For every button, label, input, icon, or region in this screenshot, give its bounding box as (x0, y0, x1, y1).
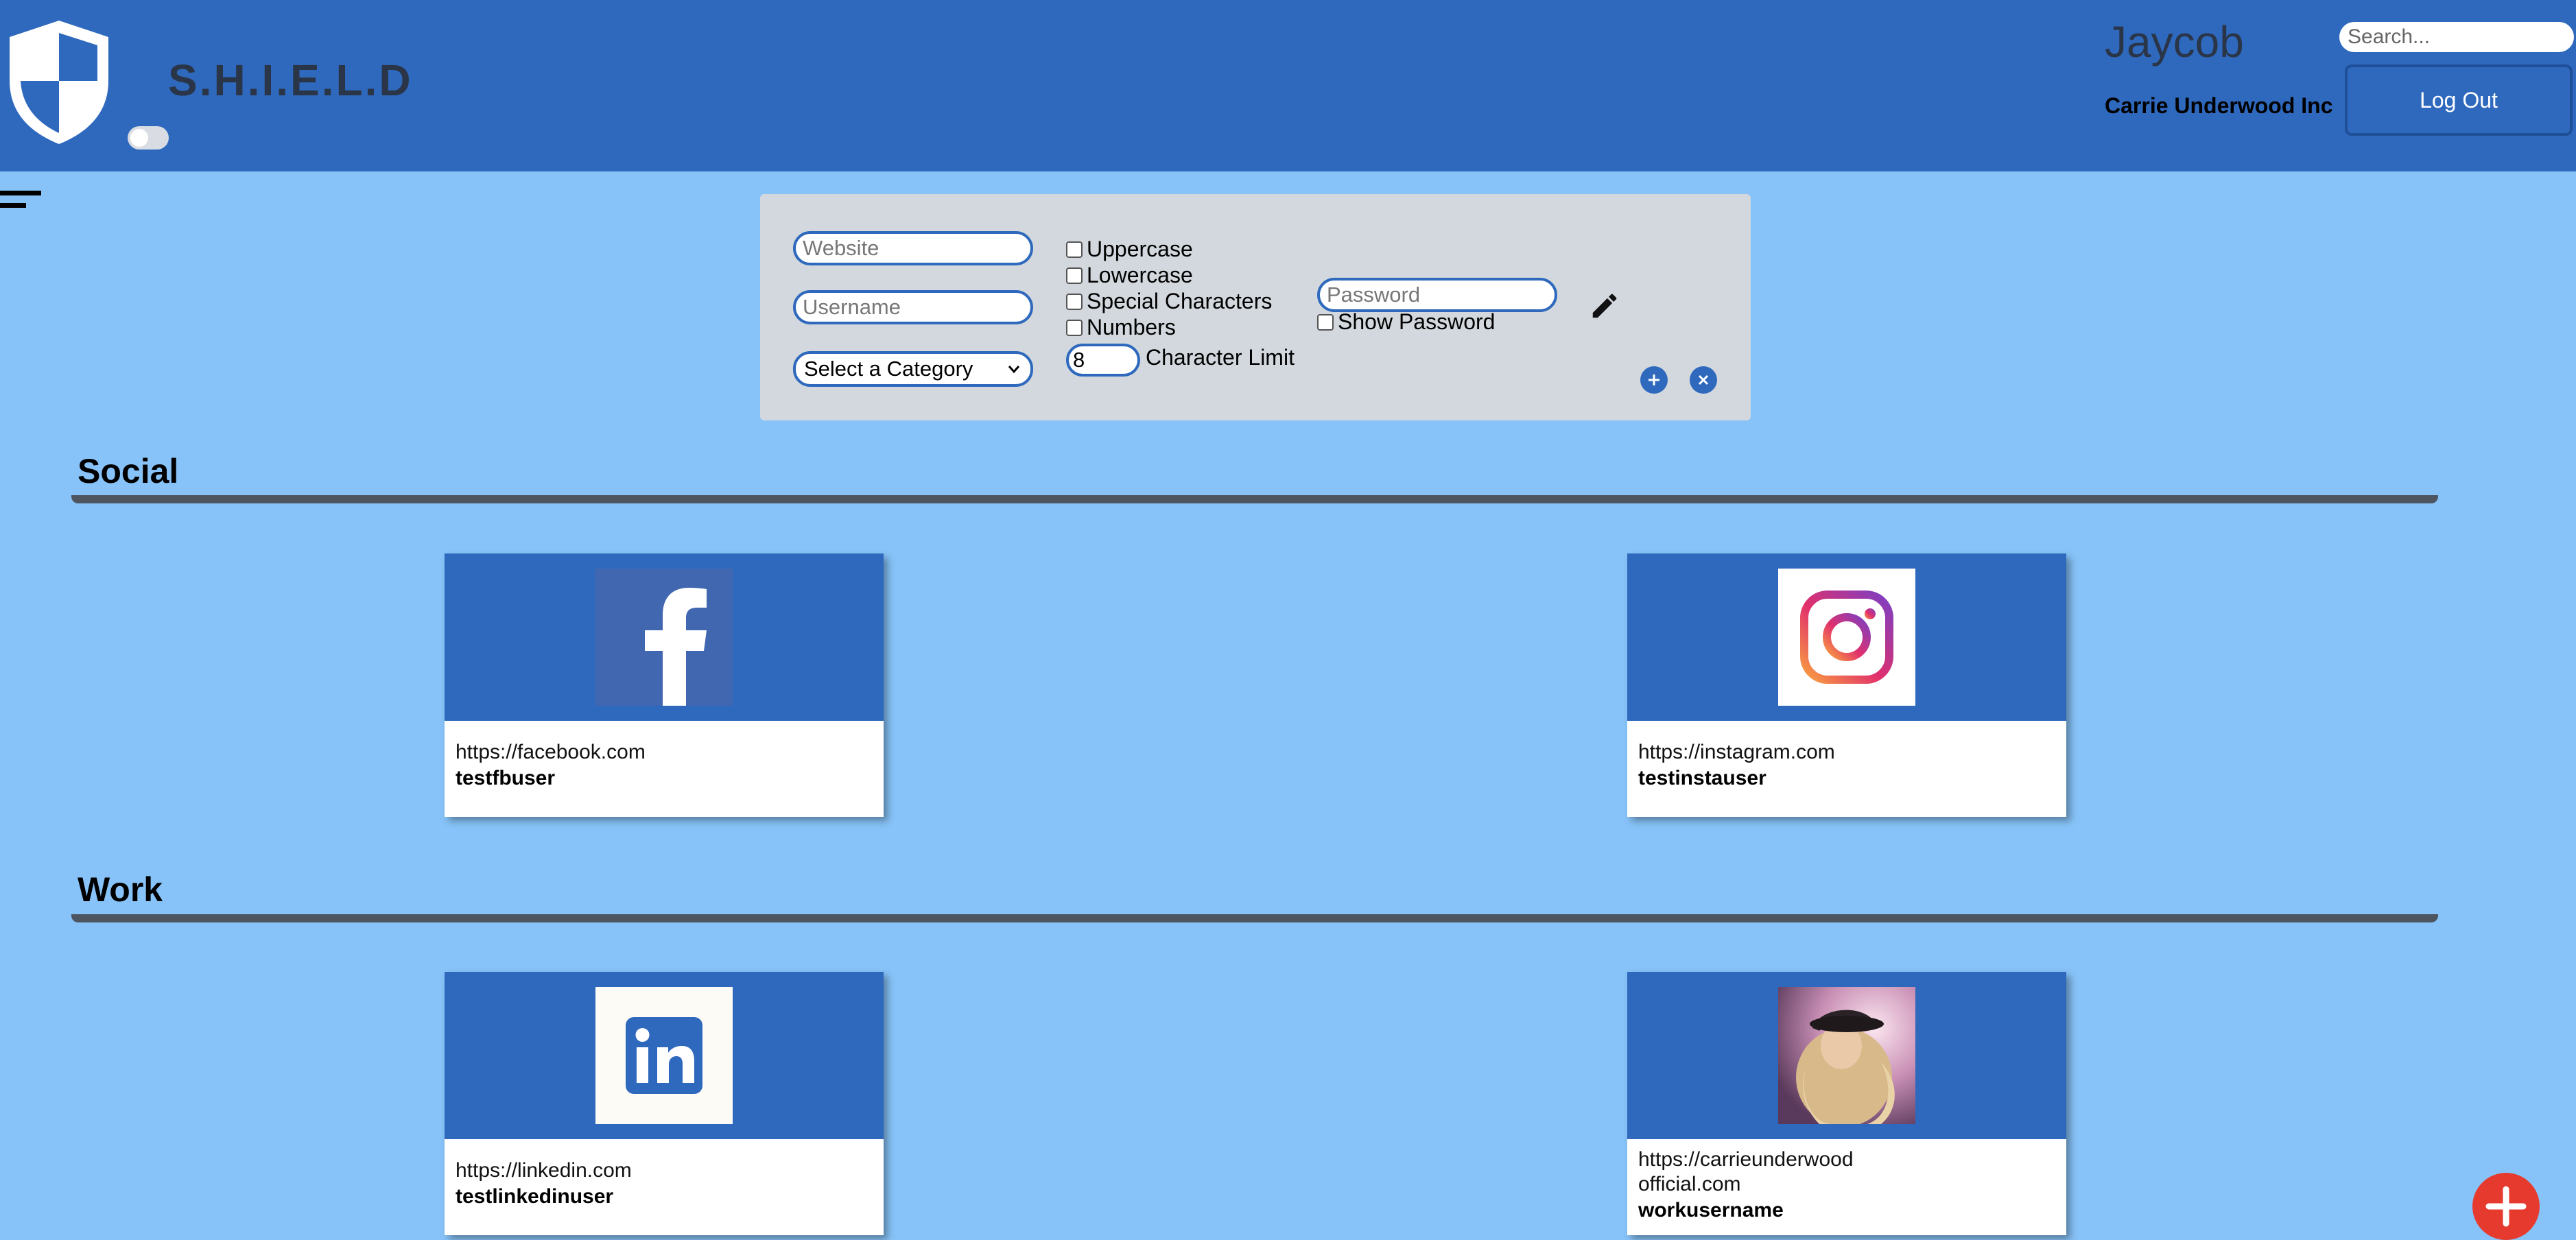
show-password-checkbox[interactable] (1317, 313, 1334, 331)
lowercase-label: Lowercase (1087, 263, 1193, 287)
card-url: https://facebook.com (456, 741, 646, 763)
new-entry-form: Select a Category Uppercase Lowercase Sp… (760, 194, 1751, 420)
special-characters-option[interactable]: Special Characters (1066, 289, 1272, 314)
website-input[interactable] (793, 231, 1033, 265)
numbers-checkbox[interactable] (1066, 319, 1083, 336)
card-username: testinstauser (1638, 767, 1766, 789)
card-url: https://carrieunderwoodofficial.com (1638, 1148, 1854, 1195)
organization-name: Carrie Underwood Inc (2105, 93, 2333, 118)
show-password-option[interactable]: Show Password (1317, 309, 1495, 335)
plus-icon (2485, 1186, 2527, 1227)
theme-toggle[interactable] (128, 126, 169, 150)
card-username: testlinkedinuser (456, 1185, 614, 1208)
card-details: https://instagram.com testinstauser (1627, 721, 2066, 817)
instagram-logo-icon (1778, 569, 1915, 706)
card-header (445, 553, 884, 721)
show-password-label: Show Password (1338, 309, 1496, 334)
category-select-value: Select a Category (804, 357, 973, 381)
category-divider (71, 914, 2438, 922)
card-details: https://linkedin.com testlinkedinuser (445, 1139, 884, 1235)
add-password-fab[interactable] (2472, 1173, 2540, 1240)
card-header (1627, 972, 2066, 1139)
special-characters-label: Special Characters (1087, 289, 1273, 313)
card-header (445, 972, 884, 1139)
credential-card-facebook[interactable]: https://facebook.com testfbuser (445, 553, 884, 817)
card-header (1627, 553, 2066, 721)
pencil-edit-icon[interactable] (1589, 290, 1620, 322)
category-select[interactable]: Select a Category (793, 351, 1033, 387)
chevron-down-icon (1008, 366, 1020, 374)
user-name: Jaycob (2105, 17, 2244, 67)
card-url: https://linkedin.com (456, 1159, 632, 1182)
category-title-work: Work (78, 870, 163, 909)
card-url: https://instagram.com (1638, 741, 1835, 763)
shield-logo-icon (10, 21, 108, 144)
credential-card-linkedin[interactable]: https://linkedin.com testlinkedinuser (445, 972, 884, 1235)
uppercase-label: Uppercase (1087, 237, 1193, 261)
app-header: S.H.I.E.L.D Jaycob Carrie Underwood Inc … (0, 0, 2576, 171)
search-input[interactable] (2339, 22, 2574, 52)
character-limit-label: Character Limit (1146, 345, 1295, 370)
brand-title: S.H.I.E.L.D (168, 56, 413, 105)
password-input[interactable] (1317, 278, 1557, 312)
category-divider (71, 495, 2438, 503)
card-details: https://facebook.com testfbuser (445, 721, 884, 817)
character-limit-input[interactable]: 8 (1066, 344, 1140, 377)
plus-icon (1649, 374, 1659, 385)
category-title-social: Social (78, 452, 179, 490)
credential-card-instagram[interactable]: https://instagram.com testinstauser (1627, 553, 2066, 817)
portrait-photo-icon (1778, 987, 1915, 1124)
username-input[interactable] (793, 290, 1033, 324)
hamburger-menu-icon[interactable] (0, 189, 41, 217)
special-characters-checkbox[interactable] (1066, 293, 1083, 310)
cancel-entry-button[interactable] (1690, 366, 1717, 394)
close-icon (1698, 374, 1709, 385)
card-details: https://carrieunderwoodofficial.com work… (1627, 1139, 2066, 1235)
logout-button[interactable]: Log Out (2345, 64, 2573, 136)
card-username: workusername (1638, 1199, 1784, 1221)
lowercase-checkbox[interactable] (1066, 267, 1083, 284)
linkedin-logo-icon (595, 987, 733, 1124)
numbers-option[interactable]: Numbers (1066, 315, 1176, 340)
lowercase-option[interactable]: Lowercase (1066, 263, 1193, 288)
card-username: testfbuser (456, 767, 556, 789)
credential-card-carrieunderwood[interactable]: https://carrieunderwoodofficial.com work… (1627, 972, 2066, 1235)
uppercase-checkbox[interactable] (1066, 241, 1083, 258)
toggle-knob (130, 129, 148, 147)
add-entry-button[interactable] (1640, 366, 1668, 394)
numbers-label: Numbers (1087, 315, 1176, 339)
facebook-logo-icon (595, 569, 733, 706)
uppercase-option[interactable]: Uppercase (1066, 237, 1193, 262)
